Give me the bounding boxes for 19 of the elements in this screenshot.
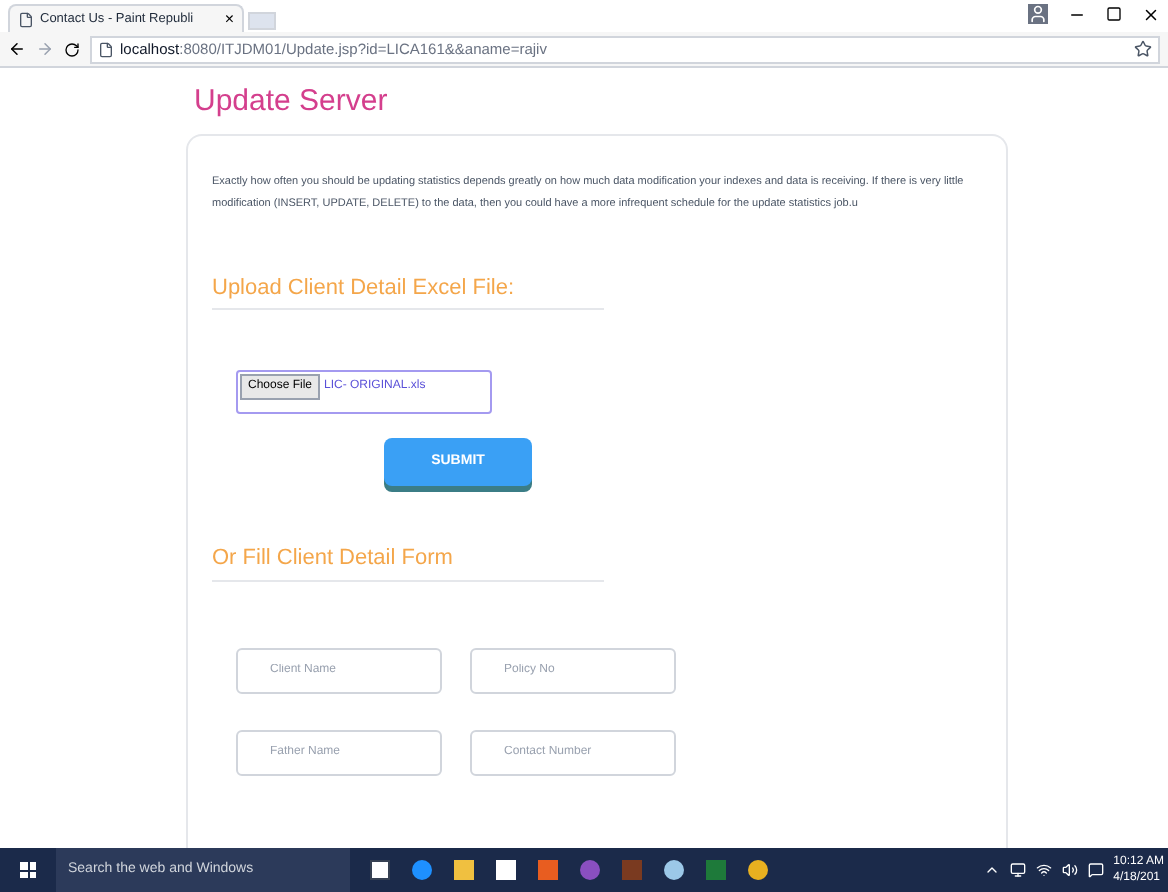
wifi-icon[interactable] — [1035, 862, 1052, 878]
form-heading: Or Fill Client Detail Form — [212, 542, 604, 581]
windows-logo-icon — [20, 862, 36, 878]
tab-close[interactable]: × — [224, 11, 234, 27]
notification-icon[interactable] — [1087, 862, 1104, 878]
bookmark-star-icon[interactable] — [1134, 40, 1152, 58]
page-title: Update Server — [194, 82, 390, 122]
user-icon[interactable] — [1028, 4, 1048, 24]
close-icon[interactable] — [1142, 5, 1160, 23]
volume-icon[interactable] — [1061, 862, 1078, 878]
restore-icon[interactable] — [1106, 6, 1122, 22]
network-icon[interactable] — [1009, 862, 1026, 878]
page-icon — [98, 41, 114, 57]
reload-icon[interactable] — [64, 41, 80, 57]
upload-heading: Upload Client Detail Excel File: — [212, 271, 604, 310]
orb-icon[interactable] — [580, 860, 600, 880]
back-icon[interactable] — [8, 40, 26, 58]
page-icon — [18, 11, 34, 27]
chevron-up-icon[interactable] — [983, 862, 1000, 878]
